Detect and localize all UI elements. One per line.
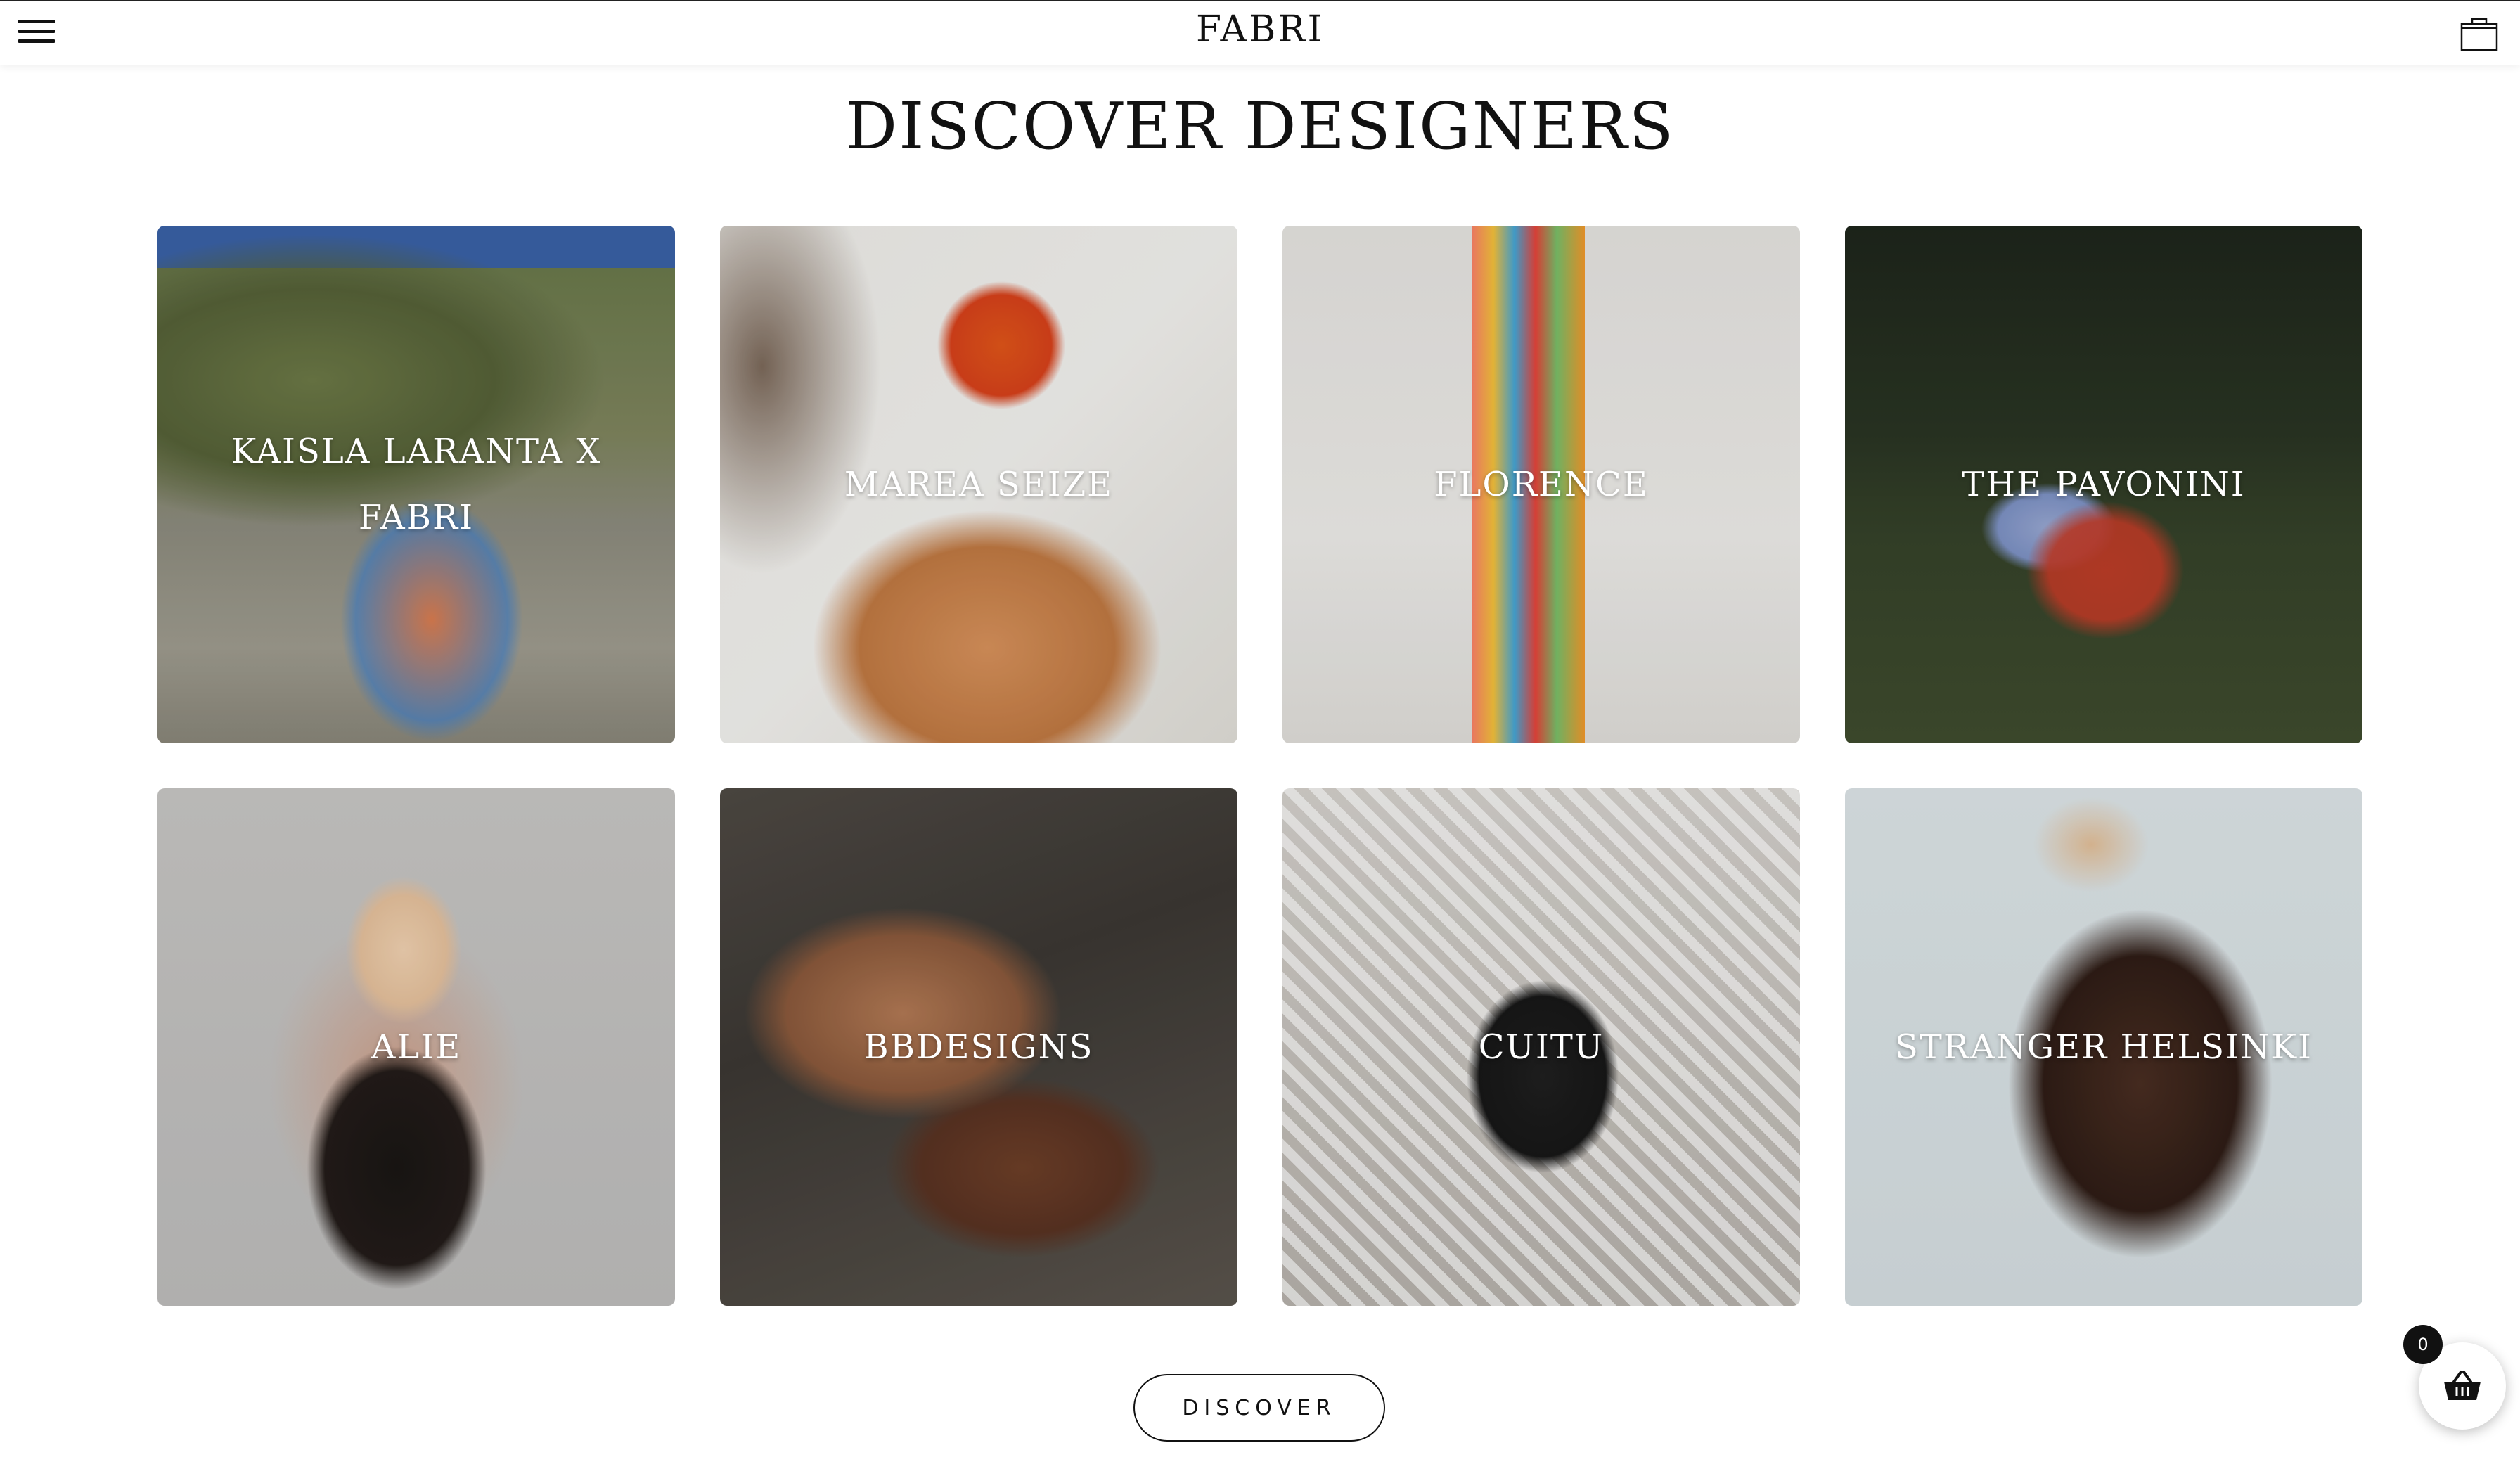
designer-name: FLORENCE bbox=[1434, 465, 1649, 504]
site-header: FABRI bbox=[0, 0, 2520, 65]
designer-card-the-pavonini[interactable]: THE PAVONINI bbox=[1845, 226, 2362, 743]
shopping-bag-icon bbox=[2460, 18, 2498, 51]
site-logo[interactable]: FABRI bbox=[0, 8, 2520, 51]
page-title: DISCOVER DESIGNERS bbox=[845, 89, 1675, 164]
designer-name: STRANGER HELSINKI bbox=[1895, 1027, 2313, 1067]
designer-name: KAISLA LARANTA X FABRI bbox=[231, 432, 602, 537]
designer-card-marea-seize[interactable]: MAREA SEIZE bbox=[720, 226, 1238, 743]
designer-card-cuitu[interactable]: CUITU bbox=[1282, 788, 1800, 1306]
designer-card-kaisla-laranta[interactable]: KAISLA LARANTA X FABRI bbox=[158, 226, 675, 743]
cart-count-badge: 0 bbox=[2403, 1325, 2443, 1364]
designer-card-stranger-helsinki[interactable]: STRANGER HELSINKI bbox=[1845, 788, 2362, 1306]
designer-name: THE PAVONINI bbox=[1962, 465, 2246, 504]
designer-card-florence[interactable]: FLORENCE bbox=[1282, 226, 1800, 743]
cart-button[interactable] bbox=[2460, 15, 2499, 52]
designer-name: MAREA SEIZE bbox=[844, 465, 1114, 504]
designer-name: ALIE bbox=[371, 1027, 462, 1067]
designer-name: BBDESIGNS bbox=[863, 1027, 1094, 1067]
designer-name: CUITU bbox=[1478, 1027, 1605, 1067]
basket-icon bbox=[2444, 1371, 2481, 1400]
designer-card-alie[interactable]: ALIE bbox=[158, 788, 675, 1306]
designer-card-bbdesigns[interactable]: BBDESIGNS bbox=[720, 788, 1238, 1306]
discover-button[interactable]: DISCOVER bbox=[1133, 1374, 1385, 1442]
